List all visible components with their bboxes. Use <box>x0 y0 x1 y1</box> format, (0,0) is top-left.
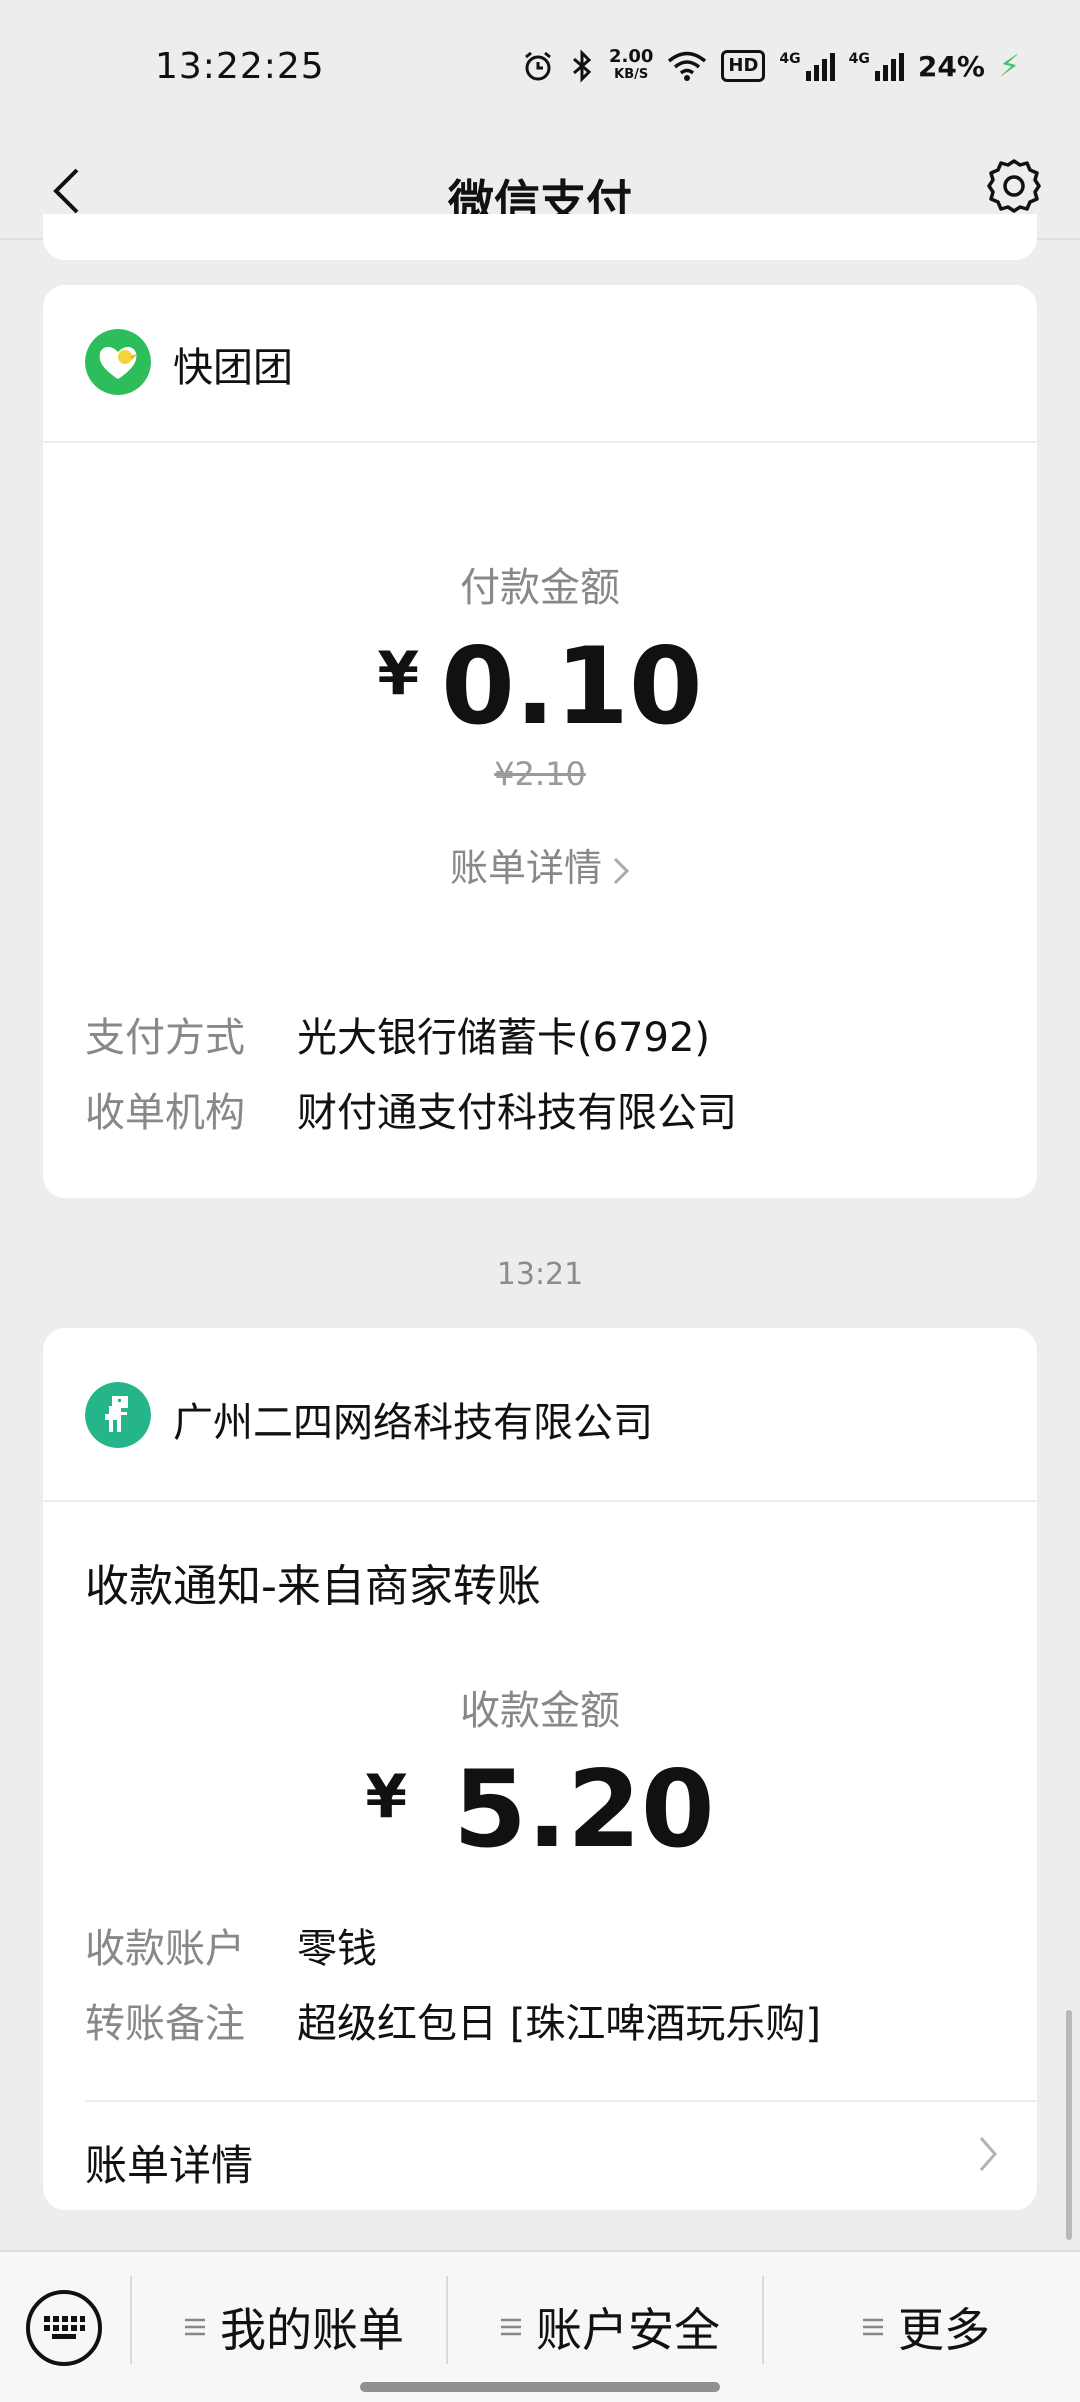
receipt-currency-symbol: ¥ <box>365 1762 408 1832</box>
previous-card-peek <box>43 214 1037 260</box>
acquirer-value: 财付通支付科技有限公司 <box>297 1090 737 1136</box>
scrollbar[interactable] <box>1066 2010 1072 2240</box>
payment-card[interactable]: 快团团 付款金额 ¥0.10 ¥2.10 账单详情 支付方式 光大银行储蓄卡(6… <box>43 285 1037 1198</box>
hd-voice-icon: HD <box>721 50 766 82</box>
status-icons: 2.00 KB/S HD 4G 4G 24% ⚡ <box>521 44 1020 88</box>
merchant-name: 快团团 <box>173 345 293 391</box>
receipt-amount: ¥5.20 <box>43 1748 1037 1871</box>
receipt-bill-detail-label: 账单详情 <box>85 2141 254 2190</box>
receipt-card-title: 收款通知-来自商家转账 <box>85 1561 541 1612</box>
bill-detail-label: 账单详情 <box>449 846 602 890</box>
receipt-amount-value: 5.20 <box>453 1748 715 1871</box>
menu-separator <box>762 2276 764 2364</box>
status-bar: 13:22:25 2.00 KB/S HD 4G 4G 24% ⚡ <box>0 0 1080 136</box>
payment-amount-value: 0.10 <box>441 625 703 748</box>
menu-account-security[interactable]: 账户安全 <box>500 2292 720 2362</box>
kuaituantuan-logo-icon <box>85 329 151 395</box>
net-speed-value: 2.00 <box>608 46 654 67</box>
transfer-note-value: 超级红包日 [珠江啤酒玩乐购] <box>297 2001 821 2047</box>
charging-icon: ⚡ <box>998 48 1020 84</box>
currency-symbol: ¥ <box>377 639 420 709</box>
net-speed-unit: KB/S <box>614 67 649 82</box>
keyboard-icon <box>44 2316 85 2339</box>
alarm-icon <box>525 51 551 81</box>
receipt-bill-detail-row[interactable]: 账单详情 <box>43 2100 1037 2210</box>
bottom-menu-bar: 我的账单 账户安全 更多 <box>0 2250 1080 2402</box>
acquirer-row: 收单机构 财付通支付科技有限公司 <box>85 1080 737 1138</box>
wifi-icon <box>668 51 707 81</box>
receipt-card-header: 广州二四网络科技有限公司 <box>43 1328 1037 1502</box>
net-speed: 2.00 KB/S <box>609 48 653 84</box>
receipt-merchant-name: 广州二四网络科技有限公司 <box>173 1400 653 1446</box>
menu-more-label: 更多 <box>898 2303 990 2357</box>
transfer-note-row: 转账备注 超级红包日 [珠江啤酒玩乐购] <box>85 1991 821 2049</box>
chevron-right-icon <box>613 857 630 884</box>
bluetooth-icon <box>573 49 592 83</box>
battery-percent: 24% <box>917 49 985 83</box>
receipt-card[interactable]: 广州二四网络科技有限公司 收款通知-来自商家转账 收款金额 ¥5.20 收款账户… <box>43 1328 1037 2210</box>
merchant-dino-logo-icon <box>85 1382 151 1448</box>
payment-amount: ¥0.10 <box>43 625 1037 748</box>
payment-method-value: 光大银行储蓄卡(6792) <box>297 1015 711 1061</box>
transfer-note-key: 转账备注 <box>85 2001 245 2047</box>
menu-lines-icon <box>185 2318 205 2336</box>
signal-icon-2: 4G <box>849 51 904 81</box>
gear-icon <box>987 159 1041 213</box>
chevron-right-icon <box>979 2137 997 2171</box>
signal-2-label: 4G <box>848 51 870 67</box>
payment-method-key: 支付方式 <box>85 1015 245 1061</box>
payment-method-row: 支付方式 光大银行储蓄卡(6792) <box>85 1005 710 1063</box>
payment-card-header: 快团团 <box>43 285 1037 443</box>
menu-more[interactable]: 更多 <box>862 2292 990 2362</box>
message-time: 13:21 <box>496 1257 584 1292</box>
menu-my-bills[interactable]: 我的账单 <box>184 2292 404 2362</box>
receipt-amount-label: 收款金额 <box>460 1688 620 1734</box>
keyboard-toggle-button[interactable] <box>26 2290 102 2366</box>
signal-icon-1: 4G <box>779 51 835 81</box>
menu-lines-icon <box>863 2318 883 2336</box>
receiving-account-value: 零钱 <box>297 1926 377 1972</box>
menu-my-bills-label: 我的账单 <box>220 2303 404 2357</box>
menu-separator <box>446 2276 448 2364</box>
original-amount: ¥2.10 <box>494 755 586 793</box>
receiving-account-key: 收款账户 <box>85 1926 245 1972</box>
status-time: 13:22:25 <box>155 46 325 87</box>
settings-button[interactable] <box>978 150 1050 222</box>
payment-amount-label: 付款金额 <box>460 565 620 611</box>
home-indicator[interactable] <box>360 2382 720 2392</box>
menu-separator <box>130 2276 132 2364</box>
signal-1-label: 4G <box>779 51 801 67</box>
acquirer-key: 收单机构 <box>85 1090 245 1136</box>
bill-detail-link[interactable]: 账单详情 <box>43 837 1037 892</box>
receiving-account-row: 收款账户 零钱 <box>85 1916 377 1974</box>
menu-account-security-label: 账户安全 <box>536 2303 720 2357</box>
menu-lines-icon <box>501 2318 521 2336</box>
